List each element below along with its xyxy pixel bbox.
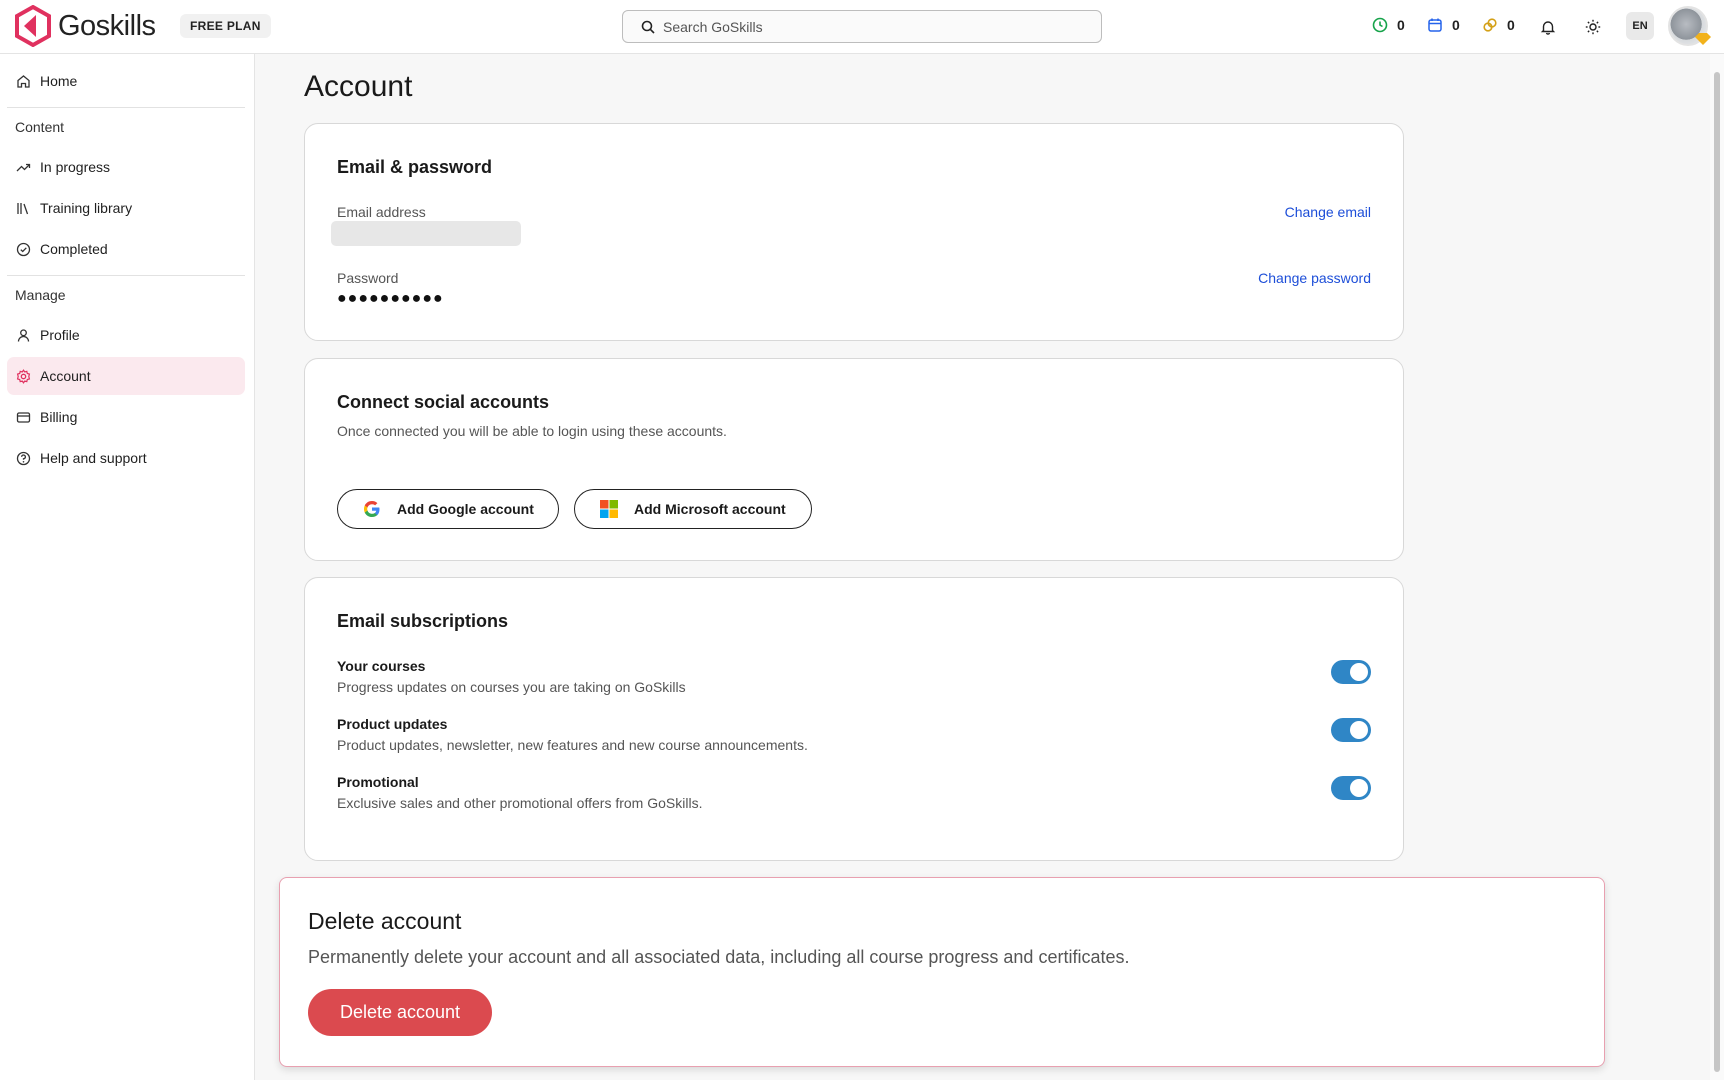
sidebar-item-label: Training library xyxy=(40,200,133,216)
diamond-badge-icon xyxy=(1695,33,1711,45)
search-icon xyxy=(641,20,655,34)
microsoft-icon xyxy=(600,500,618,518)
sidebar-section-manage: Manage xyxy=(15,287,66,303)
subscription-description: Progress updates on courses you are taki… xyxy=(337,679,686,695)
link-icon xyxy=(1483,18,1497,32)
sidebar-item-help[interactable]: Help and support xyxy=(7,439,245,477)
change-email-link[interactable]: Change email xyxy=(1285,204,1371,220)
delete-account-card: Delete account Permanently delete your a… xyxy=(279,877,1605,1067)
notifications-button[interactable] xyxy=(1537,16,1559,38)
sidebar-item-label: Account xyxy=(40,368,91,384)
check-circle-icon xyxy=(16,242,31,256)
email-label: Email address xyxy=(337,204,426,220)
sidebar-item-label: In progress xyxy=(40,159,111,175)
streak-stat[interactable]: 0 xyxy=(1482,17,1515,33)
page-title: Account xyxy=(304,70,413,103)
sidebar-item-label: Billing xyxy=(40,409,78,425)
streak-stat-value: 0 xyxy=(1507,17,1515,33)
sidebar-item-profile[interactable]: Profile xyxy=(7,316,245,354)
add-microsoft-account-button[interactable]: Add Microsoft account xyxy=(574,489,812,529)
scrollbar-thumb[interactable] xyxy=(1714,72,1720,1072)
subscription-title: Your courses xyxy=(337,658,426,674)
goskills-logo-icon xyxy=(15,5,51,47)
subscription-title: Promotional xyxy=(337,774,419,790)
microsoft-button-label: Add Microsoft account xyxy=(634,501,786,517)
sidebar: Home Content In progress Training librar… xyxy=(0,54,255,1080)
email-subscriptions-card: Email subscriptions Your courses Progres… xyxy=(304,577,1404,861)
logo[interactable]: Goskills xyxy=(14,5,156,47)
bell-icon xyxy=(1540,21,1556,35)
sidebar-item-label: Completed xyxy=(40,241,108,257)
sidebar-item-label: Home xyxy=(40,73,78,89)
product-updates-toggle[interactable] xyxy=(1331,718,1371,742)
sidebar-item-in-progress[interactable]: In progress xyxy=(7,148,245,186)
time-stat-value: 0 xyxy=(1397,17,1405,33)
password-value: ●●●●●●●●●● xyxy=(337,290,444,307)
theme-toggle-button[interactable] xyxy=(1582,16,1604,38)
user-icon xyxy=(17,328,30,342)
sidebar-item-account[interactable]: Account xyxy=(7,357,245,395)
brand-name: Goskills xyxy=(58,9,156,42)
gear-icon xyxy=(16,368,31,384)
scrollbar[interactable] xyxy=(1710,54,1724,1080)
email-subscriptions-title: Email subscriptions xyxy=(337,611,509,631)
search-bar[interactable] xyxy=(622,10,1102,43)
sidebar-item-home[interactable]: Home xyxy=(7,62,245,100)
sidebar-divider xyxy=(7,275,245,276)
sidebar-item-training-library[interactable]: Training library xyxy=(7,189,245,227)
top-bar: Goskills FREE PLAN 0 0 0 xyxy=(0,0,1724,54)
plan-badge: FREE PLAN xyxy=(180,14,271,38)
lessons-stat[interactable]: 0 xyxy=(1427,17,1460,33)
social-accounts-card: Connect social accounts Once connected y… xyxy=(304,358,1404,561)
subscription-description: Product updates, newsletter, new feature… xyxy=(337,737,808,753)
trending-up-icon xyxy=(16,163,31,171)
delete-account-title: Delete account xyxy=(308,908,462,934)
subscription-title: Product updates xyxy=(337,716,448,732)
social-accounts-title: Connect social accounts xyxy=(337,392,550,412)
credit-card-icon xyxy=(16,411,31,423)
google-icon xyxy=(364,501,380,517)
email-password-card: Email & password Email address Change em… xyxy=(304,123,1404,341)
home-icon xyxy=(17,74,30,88)
social-accounts-description: Once connected you will be able to login… xyxy=(337,423,727,439)
sidebar-item-billing[interactable]: Billing xyxy=(7,398,245,436)
sidebar-item-label: Help and support xyxy=(40,450,147,466)
library-icon xyxy=(17,202,29,214)
sidebar-divider xyxy=(7,107,245,108)
delete-account-description: Permanently delete your account and all … xyxy=(308,947,1130,967)
delete-account-button[interactable]: Delete account xyxy=(308,989,492,1036)
sun-icon xyxy=(1585,19,1601,35)
change-password-link[interactable]: Change password xyxy=(1258,270,1371,286)
email-password-title: Email & password xyxy=(337,157,493,177)
clock-icon xyxy=(1372,17,1388,33)
sidebar-item-label: Profile xyxy=(40,327,80,343)
calendar-icon xyxy=(1428,18,1442,32)
help-circle-icon xyxy=(16,451,31,465)
password-label: Password xyxy=(337,270,399,286)
language-selector[interactable]: EN xyxy=(1626,12,1654,40)
search-input[interactable] xyxy=(663,18,1083,35)
google-button-label: Add Google account xyxy=(397,501,534,517)
sidebar-item-completed[interactable]: Completed xyxy=(7,230,245,268)
promotional-toggle[interactable] xyxy=(1331,776,1371,800)
lessons-stat-value: 0 xyxy=(1452,17,1460,33)
email-value-redacted xyxy=(331,221,521,246)
subscription-description: Exclusive sales and other promotional of… xyxy=(337,795,703,811)
add-google-account-button[interactable]: Add Google account xyxy=(337,489,559,529)
your-courses-toggle[interactable] xyxy=(1331,660,1371,684)
sidebar-section-content: Content xyxy=(15,119,65,135)
time-stat[interactable]: 0 xyxy=(1372,17,1405,33)
